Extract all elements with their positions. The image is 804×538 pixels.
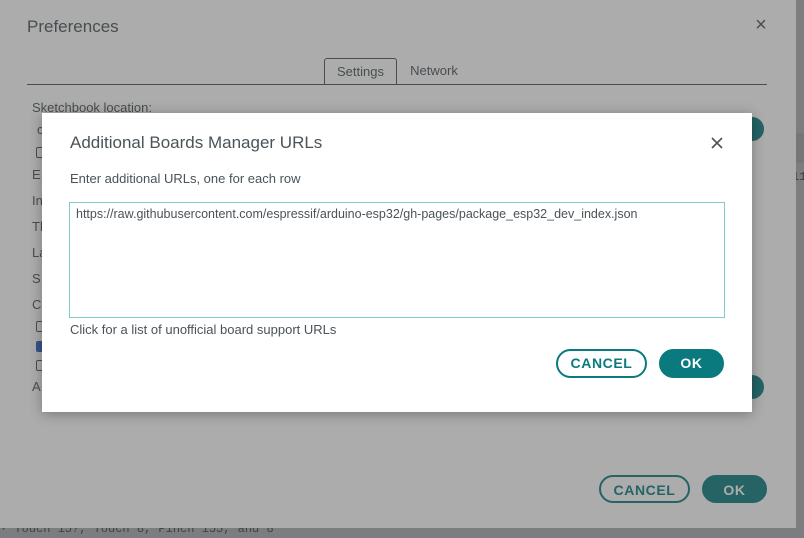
boards-manager-urls-dialog: Additional Boards Manager URLs Enter add…: [42, 113, 752, 412]
unofficial-urls-link[interactable]: Click for a list of unofficial board sup…: [70, 322, 336, 337]
dialog-hint: Enter additional URLs, one for each row: [70, 171, 301, 186]
urls-textarea[interactable]: https://raw.githubusercontent.com/espres…: [69, 202, 725, 318]
cancel-button[interactable]: CANCEL: [556, 349, 647, 378]
close-icon[interactable]: [709, 135, 725, 151]
ok-button[interactable]: OK: [659, 349, 724, 378]
dialog-title: Additional Boards Manager URLs: [70, 133, 323, 152]
